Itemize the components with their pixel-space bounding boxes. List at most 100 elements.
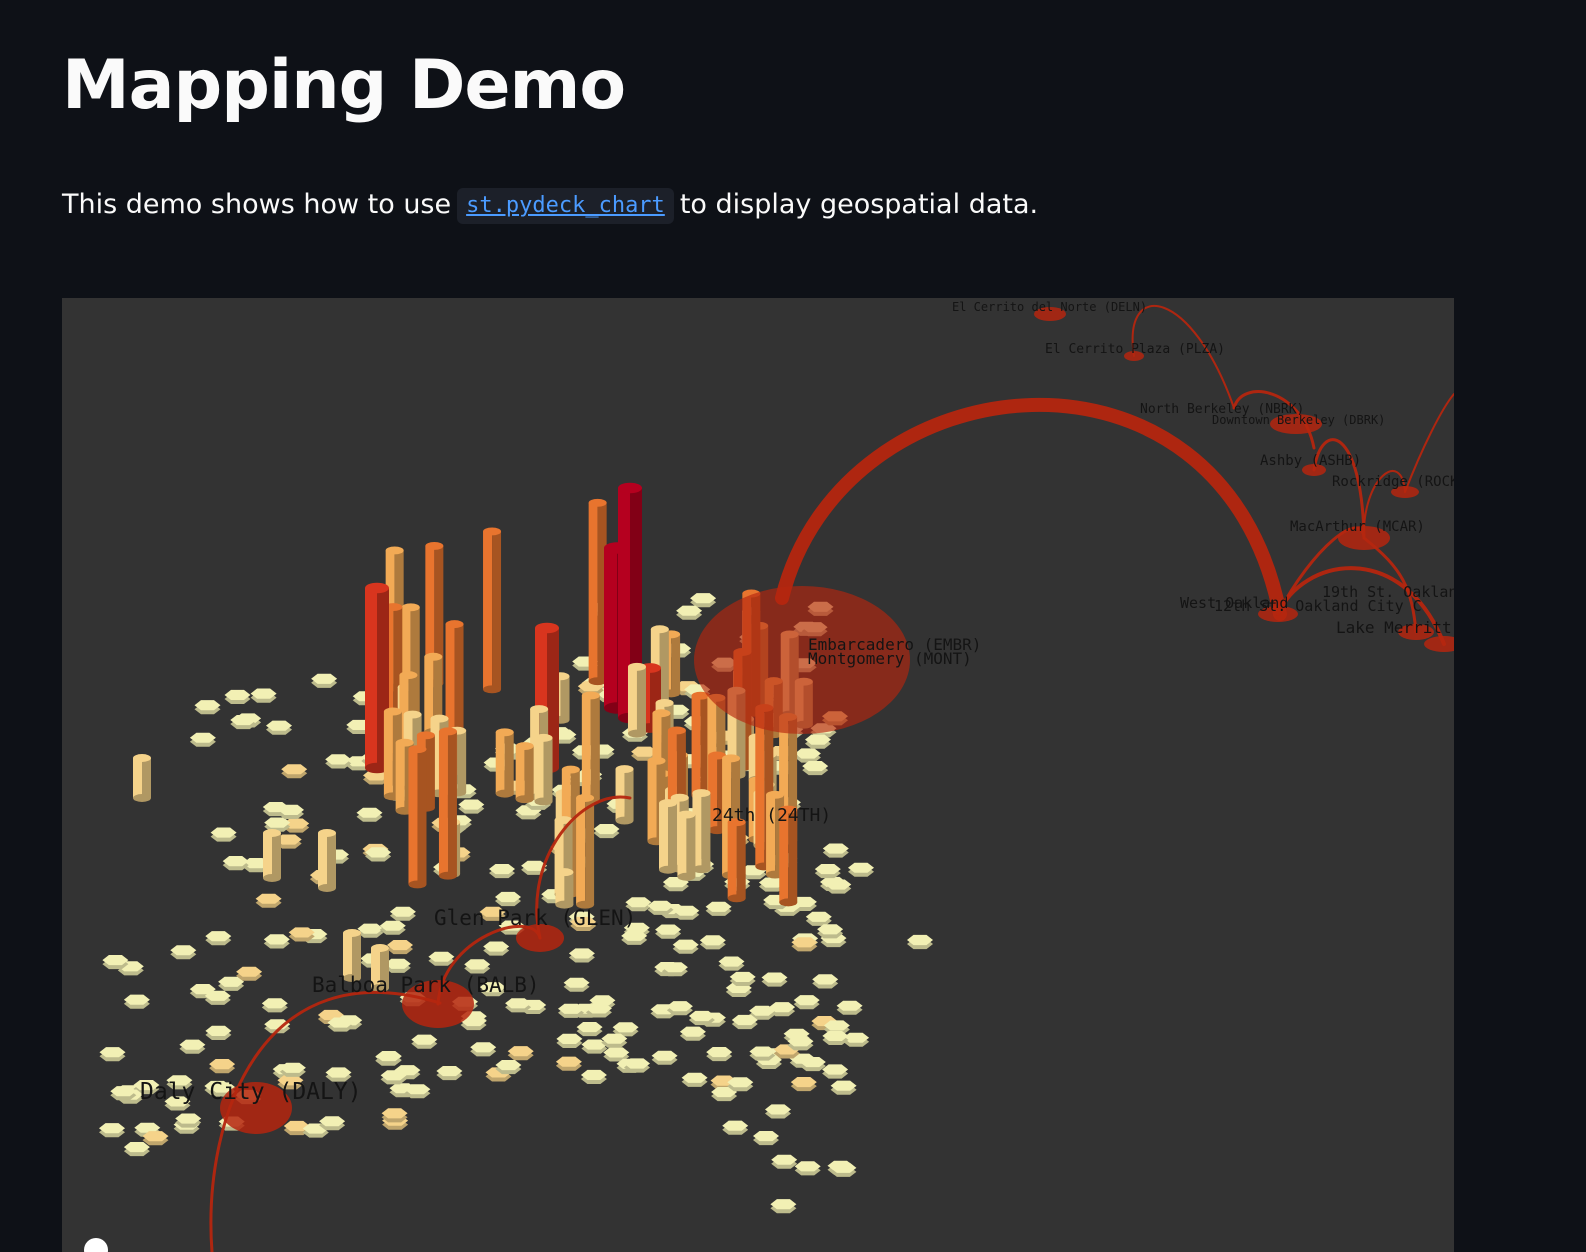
hexagon-column (495, 728, 514, 798)
hexagon-cell (681, 1072, 708, 1087)
hexagon-cell (489, 864, 515, 879)
hexagon-column (615, 765, 634, 825)
hexagon-cell (356, 807, 383, 822)
hexagon-cell (278, 804, 304, 819)
map-canvas[interactable]: El Cerrito del Norte (DELN) El Cerrito Pl… (62, 298, 1454, 1252)
pydeck-map[interactable]: El Cerrito del Norte (DELN) El Cerrito Pl… (62, 298, 1454, 1252)
hexagon-cell (311, 673, 338, 688)
hexagon-cell (236, 966, 263, 981)
hexagon-cell (690, 593, 717, 608)
hexagon-column (555, 868, 574, 909)
hexagon-cell (679, 1026, 706, 1041)
hexagon-cell (621, 930, 648, 945)
station-label: Lake Merritt (1336, 618, 1452, 637)
hexagon-cell (651, 1050, 678, 1065)
hexagon-cell (255, 893, 282, 908)
hexagon-cell (325, 754, 352, 769)
station-label: El Cerrito Plaza (PLZA) (1045, 342, 1225, 357)
hexagon-cell (822, 1030, 849, 1045)
hexagon-cell (222, 856, 249, 871)
pydeck-chart-doc-link[interactable]: st.pydeck_chart (457, 188, 674, 224)
hexagon-cell (556, 1033, 583, 1048)
station-label: MacArthur (MCAR) (1290, 519, 1425, 535)
hexagon-cell (458, 799, 485, 814)
intro-text: This demo shows how to use st.pydeck_char… (62, 186, 1038, 224)
hexagon-cell (731, 1014, 758, 1030)
hexagon-cell (822, 843, 849, 858)
hexagon-cell (381, 1108, 408, 1123)
hexagon-cell (507, 1046, 534, 1061)
hexagon-cell (470, 1042, 497, 1057)
hexagon-column (727, 818, 746, 903)
hexagon-column (588, 498, 607, 686)
station-label: Downtown Berkeley (DBRK) (1212, 413, 1385, 427)
hexagon-cell (99, 1047, 126, 1062)
hexagon-cell (817, 924, 844, 939)
hexagon-cell (327, 1017, 354, 1032)
hexagon-cell (793, 995, 820, 1010)
hexagon-cell (102, 955, 129, 970)
station-label: Balboa Park (BALB) (312, 973, 540, 997)
hexagon-cell (706, 1047, 733, 1062)
hexagon-column (515, 742, 534, 804)
hexagon-cell (464, 959, 491, 974)
station-label: El Cerrito del Norte (DELN) (952, 300, 1147, 314)
hexagon-cell (375, 1051, 402, 1066)
hexagon-cell (593, 824, 620, 839)
hexagon-cell (389, 906, 416, 921)
hexagon-cell (655, 924, 682, 939)
hexagon-column (581, 691, 600, 803)
hexagon-cell (825, 879, 852, 894)
hexagon-cell (601, 1033, 628, 1048)
hexagon-cell (799, 1057, 826, 1072)
hexagon-cell (495, 891, 521, 907)
compass-icon[interactable] (84, 1238, 108, 1252)
hexagon-cell (624, 1058, 650, 1073)
hexagon-column (659, 799, 678, 874)
hexagon-cell (661, 962, 688, 977)
hexagon-cell (281, 764, 308, 779)
hexagon-column (627, 662, 646, 738)
hexagon-cell (907, 934, 933, 950)
hexagon-cell (727, 1077, 754, 1092)
hexagon-cell (194, 700, 221, 715)
hexagon-cell (563, 977, 590, 992)
hexagon-cell (380, 1070, 407, 1085)
hexagon-column (483, 527, 502, 694)
hexagon-column (691, 691, 710, 800)
hexagon-cell (179, 1039, 206, 1054)
hexagon-cell (436, 1066, 463, 1081)
hexagon-cell (802, 761, 829, 776)
hexagon-cell (699, 935, 726, 950)
hexagon-cell (357, 923, 384, 938)
hexagon-cell (765, 1104, 791, 1119)
intro-text-after: to display geospatial data. (679, 189, 1039, 220)
hexagon-cell (319, 1116, 346, 1131)
hexagon-cell (387, 940, 413, 955)
hexagon-cell (230, 715, 257, 730)
hexagon-cell (379, 920, 406, 935)
hexagon-cell (505, 998, 532, 1013)
hexagon-cell (205, 1025, 232, 1040)
hexagon-column (438, 727, 457, 880)
hexagon-cell (266, 720, 292, 735)
hexagon-cell (576, 1022, 603, 1037)
hexagon-cell (791, 937, 818, 952)
hexagon-column (677, 810, 696, 881)
station-label: 12th St. Oakland City C (1214, 597, 1422, 615)
hexagon-cell (647, 900, 674, 915)
hexagon-cell (688, 1010, 715, 1026)
station-label: Glen Park (GLEN) (434, 906, 636, 930)
hexagon-cell (794, 748, 821, 763)
hexagon-column (408, 745, 427, 889)
hexagon-cell (288, 927, 315, 942)
hexagon-cell (749, 1046, 776, 1061)
hexagon-cell (805, 734, 831, 749)
intro-text-before: This demo shows how to use (62, 189, 452, 220)
hexagon-cell (404, 1084, 431, 1099)
hexagon-cell (787, 1036, 814, 1051)
station-label: Ashby (ASHB) (1260, 453, 1361, 469)
hexagon-cell (558, 1003, 584, 1018)
hexagon-cell (123, 1142, 150, 1157)
hexagon-cell (761, 972, 788, 987)
